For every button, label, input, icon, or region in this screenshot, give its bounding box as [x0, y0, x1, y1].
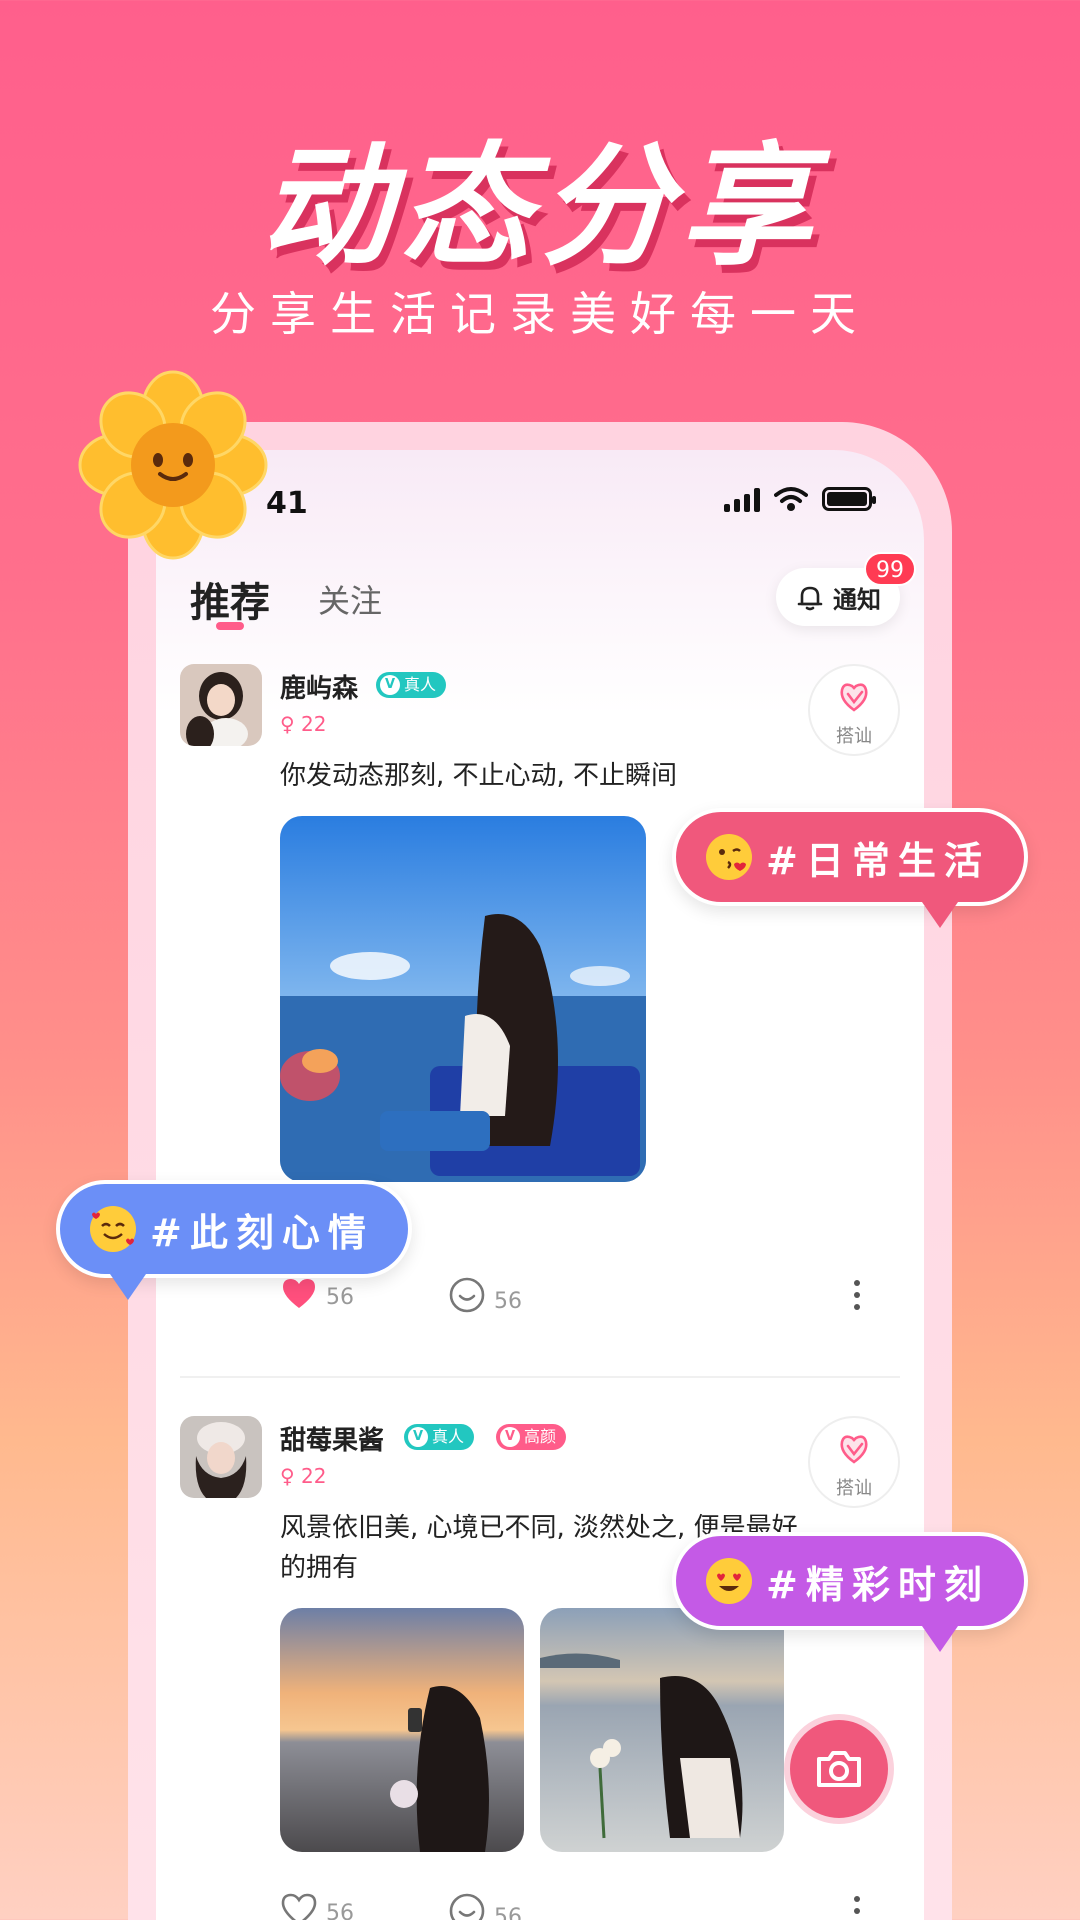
- notify-count-badge: 99: [864, 552, 916, 586]
- camera-post-button[interactable]: [784, 1714, 894, 1824]
- battery-icon: [822, 487, 876, 511]
- signal-icon: [724, 486, 760, 512]
- bubble-tail: [922, 1626, 958, 1652]
- real-person-badge: V 真人: [404, 1424, 475, 1450]
- more-menu-button[interactable]: [854, 1896, 860, 1920]
- beauty-badge: V 高颜: [496, 1424, 567, 1450]
- tag-label: #日常生活: [766, 838, 990, 883]
- post-divider: [180, 1376, 900, 1378]
- like-button[interactable]: 56: [280, 1276, 354, 1310]
- hero-title: 动态分享: [260, 130, 820, 284]
- heart-eyes-face-icon: [706, 1558, 752, 1604]
- gender-icon: ♀: [280, 712, 295, 736]
- post-actions: 56 56: [280, 1888, 900, 1920]
- post-photo[interactable]: [540, 1608, 784, 1852]
- comment-count: 56: [494, 1905, 522, 1920]
- comment-icon: [449, 1277, 485, 1313]
- post-photo[interactable]: [280, 1608, 524, 1852]
- like-button[interactable]: 56: [280, 1892, 354, 1920]
- bell-icon: [797, 586, 823, 611]
- age-label: ♀ 22: [280, 712, 327, 736]
- tab-active-indicator: [216, 622, 244, 630]
- tag-bubble-daily-life[interactable]: #日常生活: [672, 808, 1028, 928]
- bubble-tail: [110, 1274, 146, 1300]
- tag-label: #精彩时刻: [766, 1562, 990, 1607]
- greet-label: 搭讪: [836, 1478, 872, 1499]
- tag-bubble-moment[interactable]: #精彩时刻: [672, 1532, 1028, 1652]
- heart-hand-icon: [840, 683, 868, 712]
- heart-hand-icon: [840, 1435, 868, 1464]
- kiss-face-icon: [706, 834, 752, 880]
- comment-icon: [449, 1893, 485, 1920]
- tag-label: #此刻心情: [150, 1210, 374, 1255]
- hero-subtitle: 分享生活记录美好每一天: [210, 287, 870, 341]
- tag-bubble-mood[interactable]: #此刻心情: [56, 1180, 412, 1300]
- greet-button[interactable]: 搭讪: [808, 664, 900, 756]
- camera-icon: [817, 1751, 861, 1787]
- real-person-badge: V 真人: [376, 672, 447, 698]
- greet-button[interactable]: 搭讪: [808, 1416, 900, 1508]
- post-photo[interactable]: [280, 816, 646, 1182]
- wifi-icon: [774, 487, 808, 511]
- tab-recommend[interactable]: 推荐: [190, 570, 270, 628]
- bubble-tail: [922, 902, 958, 928]
- avatar[interactable]: [180, 664, 262, 746]
- post-username[interactable]: 甜莓果酱: [280, 1420, 384, 1457]
- comment-button[interactable]: 56: [448, 1276, 522, 1314]
- like-count: 56: [326, 1901, 354, 1920]
- heart-filled-icon: [283, 1279, 315, 1308]
- status-icons: [724, 486, 876, 512]
- avatar[interactable]: [180, 1416, 262, 1498]
- comment-count: 56: [494, 1289, 522, 1314]
- heart-outline-icon: [281, 1893, 317, 1920]
- comment-button[interactable]: 56: [448, 1892, 522, 1920]
- post-caption: 你发动态那刻, 不止心动, 不止瞬间: [280, 761, 678, 791]
- flower-mascot-icon: [78, 370, 268, 560]
- age-label: ♀ 22: [280, 1464, 327, 1488]
- like-count: 56: [326, 1285, 354, 1310]
- post-actions: 56 56: [280, 1272, 900, 1322]
- gender-icon: ♀: [280, 1464, 295, 1488]
- post-username[interactable]: 鹿屿森: [280, 668, 358, 705]
- greet-label: 搭讪: [836, 726, 872, 747]
- tab-follow[interactable]: 关注: [318, 576, 382, 622]
- more-menu-button[interactable]: [854, 1280, 860, 1310]
- smiling-hearts-face-icon: [90, 1206, 136, 1252]
- status-time: 41: [266, 486, 308, 521]
